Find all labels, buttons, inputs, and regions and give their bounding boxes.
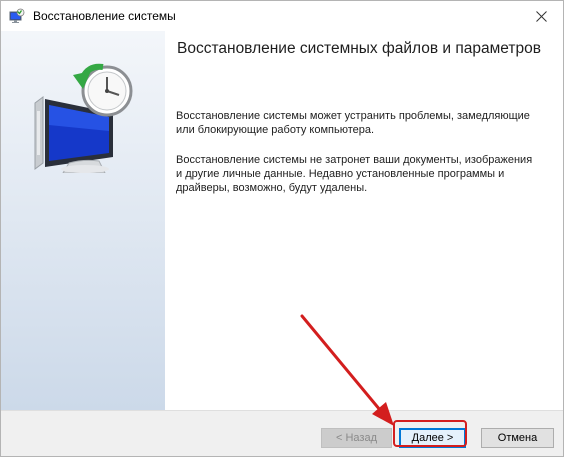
system-restore-icon [9,8,25,23]
close-button[interactable] [519,1,563,31]
wizard-sidebar [1,31,165,410]
window-title: Восстановление системы [33,9,176,23]
close-icon [535,10,547,22]
next-button-highlight [393,420,467,447]
wizard-footer: < Назад Далее > Отмена [1,410,563,456]
system-restore-monitor-clock-icon [34,63,133,173]
description-paragraph-1: Восстановление системы может устранить п… [176,110,530,136]
cancel-button[interactable]: Отмена [481,428,554,448]
page-title: Восстановление системных файлов и параме… [177,40,541,57]
description-paragraph-2: Восстановление системы не затронет ваши … [176,154,533,194]
title-bar: Восстановление системы [1,1,563,31]
system-restore-window: Восстановление системы Восстановление си… [0,0,564,457]
back-button[interactable]: < Назад [321,428,392,448]
wizard-content: Восстановление системных файлов и параме… [165,31,563,410]
